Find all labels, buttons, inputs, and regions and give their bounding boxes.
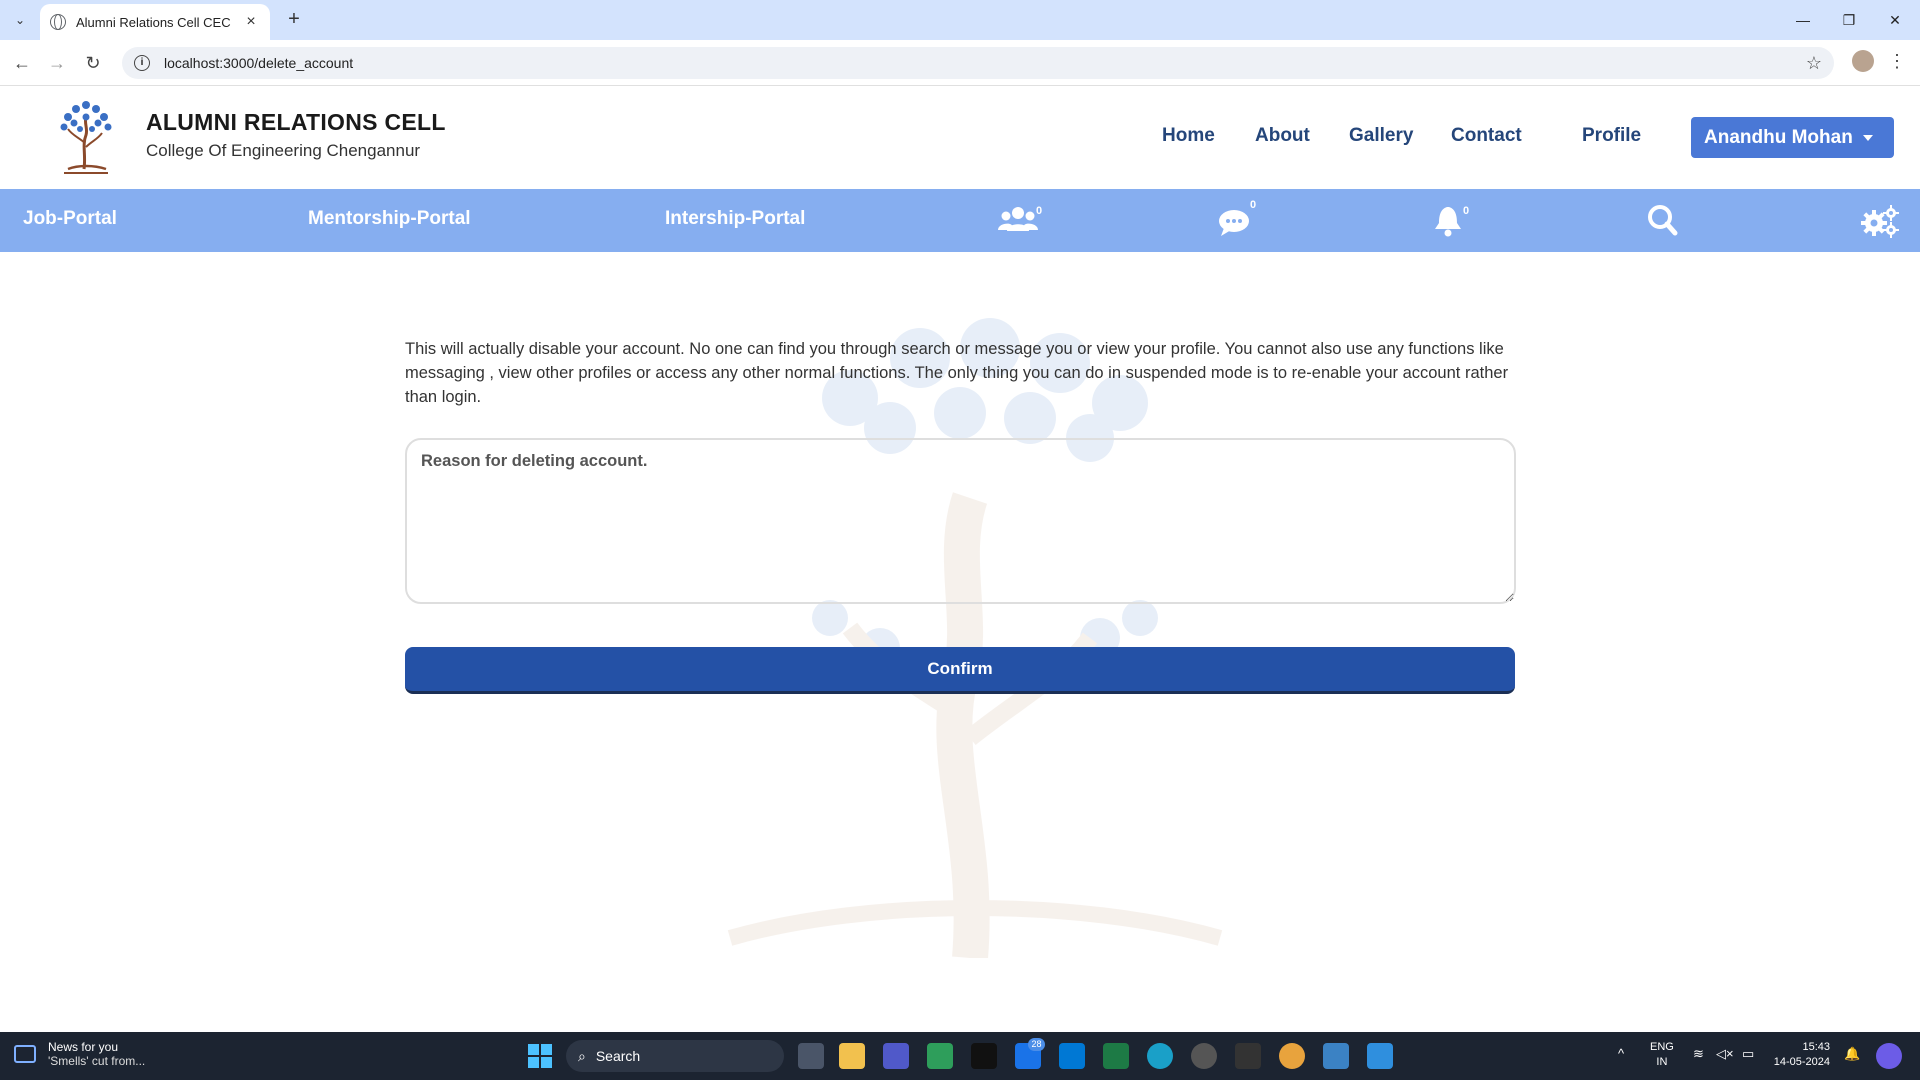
- nav-job-portal[interactable]: Job-Portal: [23, 208, 117, 230]
- messages-badge: 0: [1250, 199, 1257, 211]
- notepad-icon[interactable]: [1323, 1043, 1349, 1069]
- clock[interactable]: 15:43 14-05-2024: [1772, 1040, 1830, 1070]
- search-icon[interactable]: [1646, 203, 1686, 239]
- battery-icon[interactable]: ▭: [1742, 1046, 1754, 1062]
- teams-icon[interactable]: [883, 1043, 909, 1069]
- browser-tab[interactable]: Alumni Relations Cell CEC ×: [40, 4, 270, 40]
- confirm-button[interactable]: Confirm: [405, 647, 1515, 694]
- brand-subtitle: College Of Engineering Chengannur: [146, 141, 421, 160]
- globe-icon: [50, 14, 66, 30]
- address-bar[interactable]: i localhost:3000/delete_account ☆: [122, 47, 1834, 79]
- user-name: Anandhu Mohan: [1704, 126, 1853, 148]
- portal-navbar: Job-Portal Mentorship-Portal Intership-P…: [0, 189, 1920, 252]
- new-tab-plus-icon[interactable]: +: [282, 8, 306, 32]
- messages-chat-icon[interactable]: 0: [1218, 199, 1258, 239]
- forward-arrow-icon[interactable]: →: [45, 52, 69, 76]
- caret-down-icon: [1862, 134, 1873, 141]
- windows-taskbar: News for you 'Smells' cut from... ⌕ Sear…: [0, 1032, 1920, 1080]
- nav-home[interactable]: Home: [1162, 125, 1215, 147]
- language-indicator[interactable]: ENG IN: [1650, 1040, 1674, 1070]
- site-info-icon[interactable]: i: [134, 55, 150, 71]
- excel-icon[interactable]: [1103, 1043, 1129, 1069]
- site-header: ALUMNI RELATIONS CELL College Of Enginee…: [0, 87, 1920, 189]
- browser-toolbar: ← → ↻ i localhost:3000/delete_account ☆: [0, 40, 1920, 86]
- back-arrow-icon[interactable]: ←: [10, 52, 34, 76]
- window-close-icon[interactable]: ✕: [1872, 0, 1918, 40]
- settings-gears-icon[interactable]: [1860, 203, 1900, 239]
- nav-gallery[interactable]: Gallery: [1349, 125, 1413, 147]
- user-dropdown-button[interactable]: Anandhu Mohan: [1691, 117, 1894, 158]
- task-view-icon[interactable]: [798, 1043, 824, 1069]
- chrome-icon[interactable]: [1279, 1043, 1305, 1069]
- wifi-icon[interactable]: ≋: [1693, 1046, 1704, 1062]
- tab-title: Alumni Relations Cell CEC: [76, 14, 231, 30]
- edge-icon[interactable]: [1147, 1043, 1173, 1069]
- delete-account-notice: This will actually disable your account.…: [405, 340, 1509, 406]
- news-title: News for you: [48, 1040, 119, 1054]
- nav-internship-portal[interactable]: Intership-Portal: [665, 208, 805, 230]
- browser-tab-bar: ⌄ Alumni Relations Cell CEC × + — ❐ ✕: [0, 0, 1920, 40]
- volume-muted-icon[interactable]: ◁×: [1716, 1046, 1734, 1062]
- terminal-icon[interactable]: [971, 1043, 997, 1069]
- nav-mentorship-portal[interactable]: Mentorship-Portal: [308, 208, 471, 230]
- delete-reason-textarea[interactable]: [405, 438, 1516, 604]
- store-icon[interactable]: [1059, 1043, 1085, 1069]
- windows-start-icon[interactable]: [528, 1044, 552, 1068]
- nav-contact[interactable]: Contact: [1451, 125, 1522, 147]
- alumni-tree-logo: [60, 101, 112, 174]
- news-widget-icon: [14, 1045, 36, 1063]
- nav-profile[interactable]: Profile: [1582, 125, 1641, 147]
- taskbar-search[interactable]: ⌕ Search: [566, 1040, 784, 1072]
- taskbar-search-label: Search: [595, 1048, 641, 1064]
- tab-list-chevron-icon[interactable]: ⌄: [8, 8, 32, 32]
- news-widget[interactable]: News for you 'Smells' cut from...: [14, 1040, 145, 1068]
- media-icon[interactable]: [1191, 1043, 1217, 1069]
- restore-icon[interactable]: ❐: [1826, 0, 1872, 40]
- notifications-bell-icon[interactable]: 0: [1433, 203, 1473, 239]
- tray-chevron-up-icon[interactable]: ^: [1618, 1046, 1624, 1061]
- reload-icon[interactable]: ↻: [81, 52, 105, 76]
- tab-close-icon[interactable]: ×: [242, 13, 260, 31]
- brand-title: ALUMNI RELATIONS CELL: [146, 109, 446, 135]
- file-explorer-icon[interactable]: [839, 1043, 865, 1069]
- notifications-badge: 0: [1463, 205, 1470, 217]
- browser-profile-avatar[interactable]: [1852, 50, 1874, 72]
- connections-users-icon[interactable]: 0: [998, 203, 1042, 239]
- notification-bell-icon[interactable]: 🔔: [1844, 1046, 1860, 1062]
- connections-badge: 0: [1036, 205, 1043, 217]
- minimize-icon[interactable]: —: [1780, 0, 1826, 40]
- mail-badge: 28: [1028, 1038, 1045, 1051]
- taskbar-search-icon: ⌕: [578, 1047, 586, 1064]
- classroom-icon[interactable]: [927, 1043, 953, 1069]
- news-subtitle: 'Smells' cut from...: [48, 1054, 146, 1068]
- app-icon[interactable]: [1235, 1043, 1261, 1069]
- nav-about[interactable]: About: [1255, 125, 1310, 147]
- tree-watermark: [727, 318, 1223, 958]
- vscode-icon[interactable]: [1367, 1043, 1393, 1069]
- browser-menu-kebab-icon[interactable]: ⋮: [1888, 50, 1906, 74]
- url-text: localhost:3000/delete_account: [164, 55, 354, 71]
- bookmark-star-icon[interactable]: ☆: [1806, 53, 1822, 74]
- copilot-icon[interactable]: [1876, 1043, 1902, 1069]
